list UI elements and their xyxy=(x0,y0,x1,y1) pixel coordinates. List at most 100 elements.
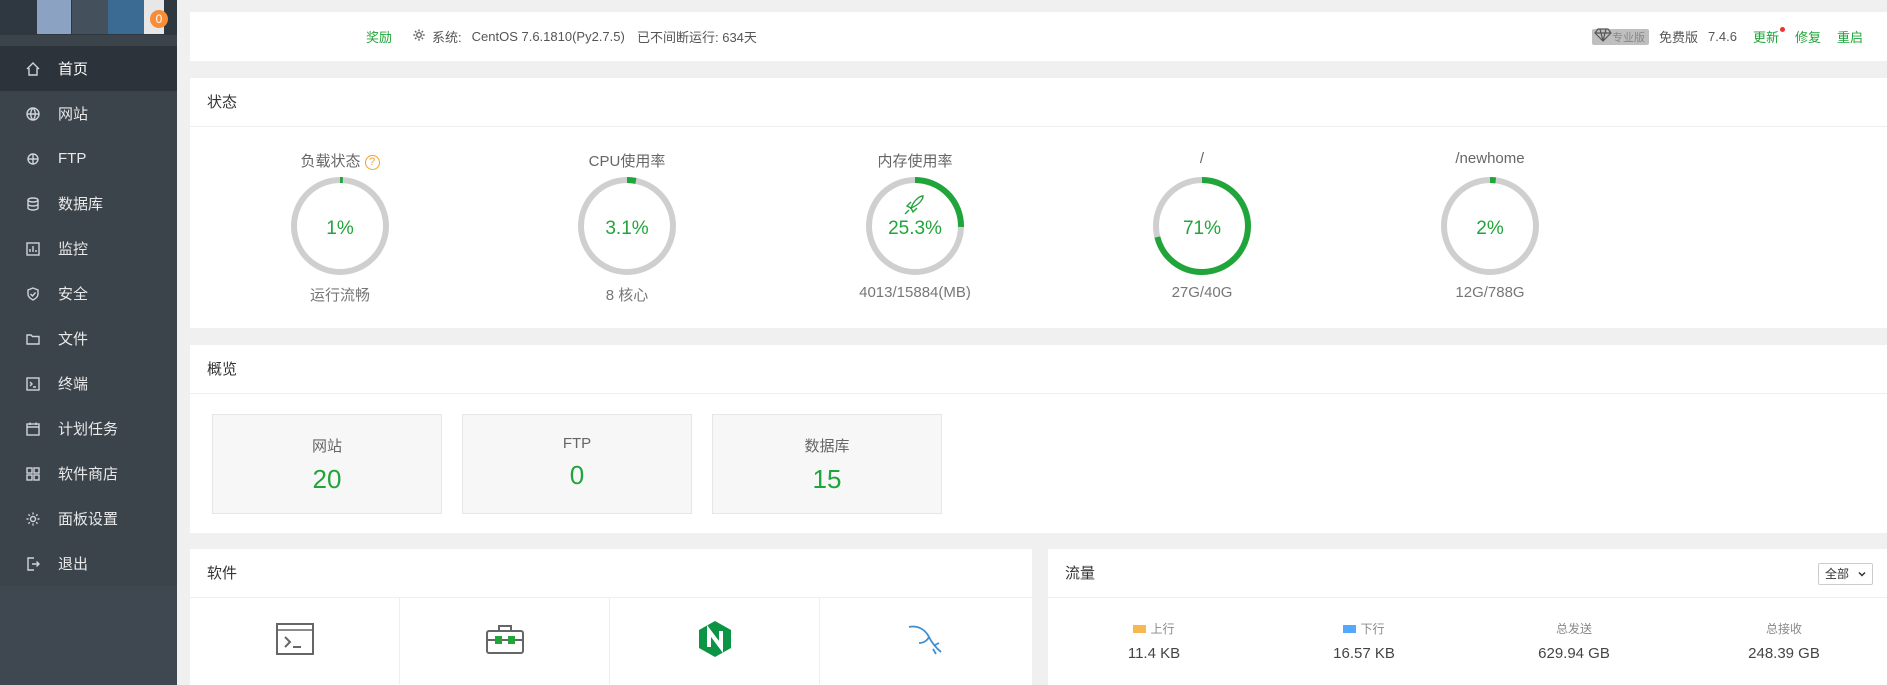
traffic-total-sent: 总发送 629.94 GB xyxy=(1494,620,1654,662)
gauge-title: 负载状态? xyxy=(250,150,430,171)
chevron-down-icon xyxy=(1857,565,1867,585)
help-icon[interactable]: ? xyxy=(364,154,380,170)
status-title: 状态 xyxy=(190,78,1887,127)
sidebar-item-terminal[interactable]: 终端 xyxy=(0,361,177,406)
software-title: 软件 xyxy=(190,549,1032,598)
gear-icon xyxy=(412,28,426,45)
sidebar-header: 0 xyxy=(0,0,177,35)
sidebar-item-label: FTP xyxy=(58,150,87,167)
gauge-value: 1% xyxy=(326,218,354,239)
globe-icon xyxy=(24,105,42,123)
avatar[interactable] xyxy=(37,0,71,34)
toolbox-icon xyxy=(485,623,524,660)
edition-label: 免费版 xyxy=(1659,30,1699,45)
gauge-sub: 12G/788G xyxy=(1455,284,1525,301)
top-bar-fade xyxy=(190,12,360,61)
system-label: 系统: xyxy=(432,30,462,45)
sidebar-menu: 首页 网站 FTP 数据库 监控 安全 文件 终端 计划任务 软件商店 面板设置… xyxy=(0,46,177,586)
rocket-icon[interactable] xyxy=(904,195,924,215)
traffic-down: 下行 16.57 KB xyxy=(1284,620,1444,662)
traffic-label: 下行 xyxy=(1360,622,1385,636)
nginx-icon xyxy=(697,620,733,663)
sidebar-item-logout[interactable]: 退出 xyxy=(0,541,177,586)
overview-card-ftp[interactable]: FTP 0 xyxy=(462,414,692,514)
gauge-value: 25.3% xyxy=(888,218,942,239)
sidebar-footer xyxy=(0,586,177,685)
traffic-label: 上行 xyxy=(1150,622,1175,636)
gauge-value: 71% xyxy=(1182,218,1222,239)
software-item-mysql[interactable] xyxy=(820,598,1030,684)
version-number: 7.4.6 xyxy=(1708,29,1737,44)
shield-icon xyxy=(24,285,42,303)
logout-icon xyxy=(24,555,42,573)
overview-card-website[interactable]: 网站 20 xyxy=(212,414,442,514)
sidebar-item-label: 数据库 xyxy=(58,196,104,213)
sidebar-item-label: 文件 xyxy=(58,331,89,348)
gauge-title-text: 负载状态 xyxy=(300,153,361,170)
sidebar: 0 首页 网站 FTP 数据库 监控 安全 文件 终端 计划任务 软件商店 面板… xyxy=(0,0,177,685)
uptime: 已不间断运行: 634天 xyxy=(637,30,757,45)
gauge-sub: 运行流畅 xyxy=(309,287,370,304)
reward-link[interactable]: 奖励 xyxy=(366,27,392,46)
terminal-icon xyxy=(275,622,314,660)
sidebar-item-label: 计划任务 xyxy=(58,421,119,438)
repair-link[interactable]: 修复 xyxy=(1795,27,1821,46)
sidebar-item-website[interactable]: 网站 xyxy=(0,91,177,136)
traffic-select-value: 全部 xyxy=(1825,567,1850,581)
pro-tag-label: 专业版 xyxy=(1612,31,1646,44)
sidebar-item-files[interactable]: 文件 xyxy=(0,316,177,361)
gear-icon xyxy=(24,510,42,528)
overview-label: 网站 xyxy=(311,438,342,455)
overview-panel: 概览 网站 20 FTP 0 数据库 15 xyxy=(190,345,1887,533)
sidebar-item-home[interactable]: 首页 xyxy=(0,46,177,91)
sidebar-item-database[interactable]: 数据库 xyxy=(0,181,177,226)
software-item-nginx[interactable] xyxy=(610,598,820,684)
overview-label: 数据库 xyxy=(804,438,850,455)
sidebar-item-store[interactable]: 软件商店 xyxy=(0,451,177,496)
sidebar-item-cron[interactable]: 计划任务 xyxy=(0,406,177,451)
overview-title: 概览 xyxy=(190,345,1887,394)
traffic-value: 248.39 GB xyxy=(1748,645,1820,662)
avatar-bg xyxy=(108,0,144,34)
traffic-label: 总发送 xyxy=(1555,622,1592,636)
gauge-sub: 4013/15884(MB) xyxy=(859,284,971,301)
grid-icon xyxy=(24,465,42,483)
sidebar-item-label: 退出 xyxy=(58,556,89,573)
update-link[interactable]: 更新 xyxy=(1753,27,1785,46)
home-icon xyxy=(24,60,42,78)
mysql-icon xyxy=(905,621,945,662)
traffic-up: 上行 11.4 KB xyxy=(1074,620,1234,662)
sidebar-item-label: 终端 xyxy=(58,376,89,393)
monitor-icon xyxy=(24,240,42,258)
overview-value: 0 xyxy=(569,460,585,490)
sidebar-item-settings[interactable]: 面板设置 xyxy=(0,496,177,541)
software-item-terminal[interactable] xyxy=(190,598,400,684)
sidebar-item-security[interactable]: 安全 xyxy=(0,271,177,316)
sidebar-item-label: 安全 xyxy=(58,286,89,303)
status-panel: 状态 负载状态? 1% 运行流畅 CPU使用率 3.1% 8 核心 内存使用率 … xyxy=(190,78,1887,328)
database-icon xyxy=(24,195,42,213)
traffic-value: 11.4 KB xyxy=(1127,645,1181,662)
sidebar-item-label: 网站 xyxy=(58,106,89,123)
traffic-select[interactable]: 全部 xyxy=(1818,563,1873,585)
traffic-label: 总接收 xyxy=(1765,622,1802,636)
sidebar-item-label: 面板设置 xyxy=(58,511,119,528)
sidebar-item-monitor[interactable]: 监控 xyxy=(0,226,177,271)
overview-label: FTP xyxy=(562,435,592,452)
calendar-icon xyxy=(24,420,42,438)
pro-tag[interactable]: 专业版 xyxy=(1592,28,1650,45)
gauge-value: 3.1% xyxy=(605,218,649,239)
restart-link[interactable]: 重启 xyxy=(1837,27,1863,46)
sidebar-item-label: 首页 xyxy=(58,61,89,78)
terminal-icon xyxy=(24,375,42,393)
notification-badge[interactable]: 0 xyxy=(150,10,168,28)
sidebar-item-ftp[interactable]: FTP xyxy=(0,136,177,181)
gauge-value: 2% xyxy=(1476,218,1504,239)
overview-value: 20 xyxy=(312,464,342,494)
traffic-value: 629.94 GB xyxy=(1538,645,1610,662)
gauge-title: / xyxy=(1199,150,1205,167)
gauge-sub: 27G/40G xyxy=(1171,284,1233,301)
traffic-total-received: 总接收 248.39 GB xyxy=(1704,620,1864,662)
software-item-toolbox[interactable] xyxy=(400,598,610,684)
overview-card-database[interactable]: 数据库 15 xyxy=(712,414,942,514)
